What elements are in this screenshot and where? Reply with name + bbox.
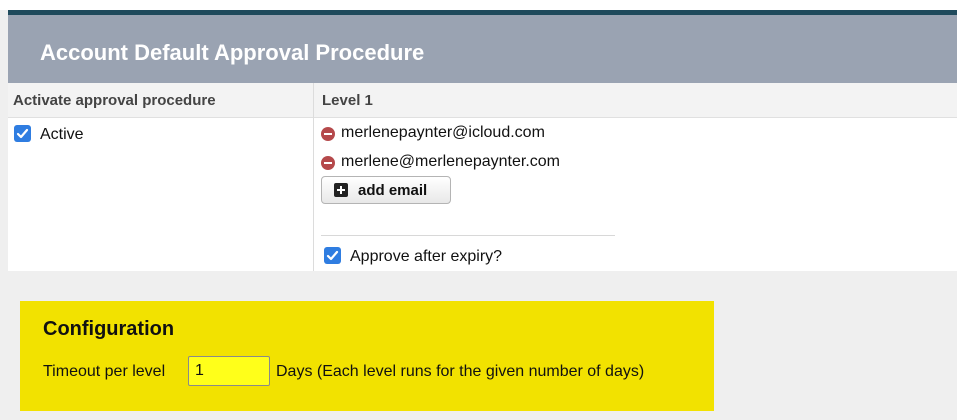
panel-title: Account Default Approval Procedure — [40, 40, 425, 65]
configuration-title: Configuration — [43, 318, 175, 340]
add-email-button[interactable]: add email — [321, 176, 451, 204]
column-header-activate: Activate approval procedure — [13, 92, 216, 109]
table-header-row: Activate approval procedure Level 1 — [8, 83, 957, 118]
checkmark-icon — [326, 250, 339, 261]
plus-square-icon — [334, 183, 348, 197]
remove-email-1-icon[interactable] — [321, 127, 335, 141]
column-divider — [313, 83, 314, 271]
email-item-2: merlene@merlenepaynter.com — [341, 153, 561, 170]
add-email-label: add email — [358, 182, 428, 199]
level-separator — [321, 235, 615, 236]
approval-table: Activate approval procedure Level 1 Acti… — [8, 83, 957, 271]
panel-header: Account Default Approval Procedure — [8, 15, 957, 83]
remove-email-2-icon[interactable] — [321, 156, 335, 170]
timeout-label: Timeout per level — [43, 363, 166, 380]
approve-after-expiry-label: Approve after expiry? — [350, 248, 503, 265]
column-header-level-1: Level 1 — [322, 92, 373, 109]
approve-after-expiry-checkbox[interactable] — [324, 247, 341, 264]
configuration-panel: Configuration Timeout per level Days (Ea… — [20, 301, 714, 411]
top-strip — [0, 0, 957, 10]
active-label: Active — [40, 126, 84, 143]
email-item-1: merlenepaynter@icloud.com — [341, 124, 545, 141]
checkmark-icon — [16, 128, 29, 139]
active-checkbox[interactable] — [14, 125, 31, 142]
timeout-input[interactable] — [188, 356, 270, 386]
timeout-suffix: Days (Each level runs for the given numb… — [276, 363, 645, 380]
